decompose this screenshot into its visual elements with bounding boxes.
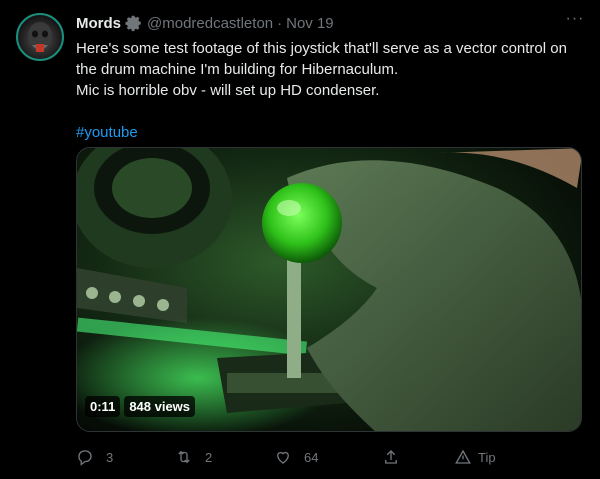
avatar[interactable] xyxy=(16,13,64,61)
video-thumbnail xyxy=(77,148,581,431)
hashtag-link[interactable]: #youtube xyxy=(76,122,591,143)
like-count: 64 xyxy=(304,449,319,465)
reply-count: 3 xyxy=(106,449,114,465)
reply-button[interactable]: 3 xyxy=(76,446,113,468)
tweet[interactable]: Mords @modredcastleton · Nov 19 ··· Here… xyxy=(0,0,600,479)
tip-icon xyxy=(455,449,471,464)
avatar-image xyxy=(28,22,52,52)
tweet-date[interactable]: Nov 19 xyxy=(286,15,334,32)
separator-dot: · xyxy=(277,14,283,32)
tip-button[interactable]: Tip xyxy=(454,446,496,468)
tweet-actions: 3 2 64 Tip xyxy=(76,446,516,468)
video-badges: 0:11 848 views xyxy=(85,396,196,417)
retweet-button[interactable]: 2 xyxy=(175,446,212,468)
video-views: 848 views xyxy=(124,396,196,417)
gear-icon xyxy=(125,14,143,32)
share-icon xyxy=(385,450,397,464)
retweet-icon xyxy=(178,450,190,464)
user-handle[interactable]: @modredcastleton xyxy=(147,15,273,32)
reply-icon xyxy=(78,450,92,466)
like-button[interactable]: 64 xyxy=(274,446,318,468)
more-options-icon[interactable]: ··· xyxy=(564,10,586,32)
tweet-body: Here's some test footage of this joystic… xyxy=(76,38,591,143)
video-player[interactable]: 0:11 848 views xyxy=(76,147,582,432)
display-name[interactable]: Mords xyxy=(76,15,121,32)
tip-label: Tip xyxy=(478,449,496,465)
tweet-header: Mords @modredcastleton · Nov 19 xyxy=(76,12,584,34)
tweet-text: Here's some test footage of this joystic… xyxy=(76,40,567,99)
heart-icon xyxy=(277,451,289,464)
share-button[interactable] xyxy=(382,446,400,468)
retweet-count: 2 xyxy=(205,449,213,465)
video-duration: 0:11 xyxy=(85,396,121,417)
